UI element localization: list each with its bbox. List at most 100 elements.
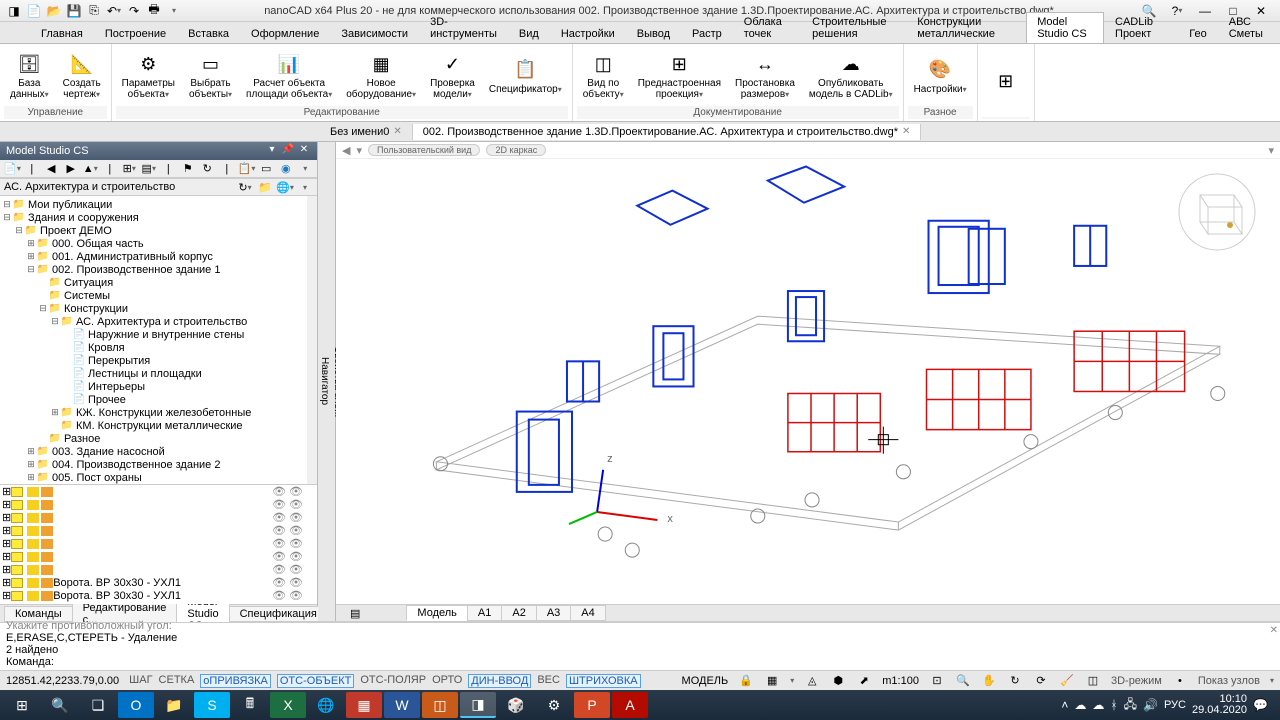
layout-tab[interactable]: А2: [501, 605, 536, 621]
layer-row[interactable]: ⊞👁👁: [0, 511, 317, 524]
ribbon-tab[interactable]: Главная: [30, 24, 94, 43]
tray-up-icon[interactable]: ˄: [1061, 698, 1068, 712]
tree-node[interactable]: ⊟📁АС. Архитектура и строительство: [0, 315, 317, 328]
tb-tree-icon[interactable]: ⊞▾: [122, 161, 138, 177]
minimize-button[interactable]: —: [1194, 2, 1216, 20]
qat-more-icon[interactable]: ▾: [166, 3, 182, 19]
tb-more-icon[interactable]: ▾: [298, 161, 314, 177]
layout-menu-icon[interactable]: ▤: [344, 607, 366, 620]
vp-back-icon[interactable]: ◀: [342, 144, 350, 157]
tree-node[interactable]: 📄Наружние и внутренние стены: [0, 328, 317, 341]
undo-icon[interactable]: ↶▾: [106, 3, 122, 19]
layer-list[interactable]: ⊞👁👁⊞👁👁⊞👁👁⊞👁👁⊞👁👁⊞👁👁⊞👁👁⊞Ворота. ВР 30х30 -…: [0, 484, 317, 604]
tray-bt-icon[interactable]: ᚼ: [1110, 698, 1117, 712]
tray-lang[interactable]: РУС: [1164, 699, 1186, 711]
explorer-icon[interactable]: 📁: [156, 692, 192, 718]
tree-node[interactable]: 📄Лестницы и площадки: [0, 367, 317, 380]
status-toggle[interactable]: ОТС-ОБЪЕКТ: [277, 674, 354, 688]
tree-node[interactable]: 📁Системы: [0, 289, 317, 302]
ribbon-button[interactable]: ✓Проверкамодели▾: [424, 50, 481, 102]
tree-node[interactable]: ⊟📁Здания и сооружения: [0, 211, 317, 224]
tray-onedrive-icon[interactable]: ☁: [1092, 698, 1104, 712]
tri-icon[interactable]: ◬: [804, 674, 820, 688]
tab-close-icon[interactable]: ✕: [393, 126, 401, 137]
tree-node[interactable]: ⊞📁005. Пост охраны: [0, 471, 317, 484]
clean-icon[interactable]: 🧹: [1059, 674, 1075, 688]
ribbon-tab[interactable]: Построение: [94, 24, 177, 43]
tree-node[interactable]: 📄Кровля: [0, 341, 317, 354]
tray-vol-icon[interactable]: 🔊: [1143, 698, 1158, 712]
redo-icon[interactable]: ↷: [126, 3, 142, 19]
tb-next-icon[interactable]: ▶: [63, 161, 79, 177]
tb-flag-icon[interactable]: ⚑: [180, 161, 196, 177]
document-tab[interactable]: 002. Производственное здание 1.3D.Проект…: [413, 124, 922, 140]
tb2-globe-icon[interactable]: 🌐▾: [277, 179, 293, 195]
view-cube[interactable]: [1172, 167, 1262, 257]
panel-close-icon[interactable]: ✕: [297, 144, 311, 158]
status-toggle[interactable]: оПРИВЯЗКА: [200, 674, 271, 688]
ribbon-tab[interactable]: Вставка: [177, 24, 240, 43]
mode-3d[interactable]: 3D-режим: [1111, 675, 1162, 687]
ribbon-tab[interactable]: Model Studio CS: [1026, 12, 1104, 43]
excel-icon[interactable]: X: [270, 692, 306, 718]
tb-prev-icon[interactable]: ◀: [44, 161, 60, 177]
outlook-icon[interactable]: O: [118, 692, 154, 718]
status-dd[interactable]: ▾: [790, 676, 794, 685]
nanocad-icon[interactable]: ◨: [460, 692, 496, 718]
tree-node[interactable]: ⊞📁000. Общая часть: [0, 237, 317, 250]
tb2-folder-icon[interactable]: 📁: [257, 179, 273, 195]
layout-tab[interactable]: Модель: [406, 605, 467, 621]
tree-node[interactable]: ⊞📁001. Административный корпус: [0, 250, 317, 263]
vp-style-chip[interactable]: 2D каркас: [486, 144, 546, 156]
show-nodes[interactable]: Показ узлов: [1198, 675, 1260, 687]
tree-node[interactable]: ⊟📁002. Производственное здание 1: [0, 263, 317, 276]
tree-node[interactable]: ⊟📁Конструкции: [0, 302, 317, 315]
print-icon[interactable]: 🖶: [146, 3, 162, 19]
tb-up-icon[interactable]: ▲▾: [83, 161, 99, 177]
scrollbar[interactable]: [307, 196, 317, 484]
cmd-prompt[interactable]: Команда:: [6, 656, 1274, 668]
app-menu-icon[interactable]: ◨: [6, 3, 22, 19]
tb-check-icon[interactable]: ◉: [278, 161, 294, 177]
status-toggle[interactable]: ШТРИХОВКА: [566, 674, 641, 688]
ribbon-tab[interactable]: Зависимости: [330, 24, 419, 43]
pan-icon[interactable]: ✋: [981, 674, 997, 688]
tray-net-icon[interactable]: 🖧: [1124, 695, 1137, 716]
ribbon-tab[interactable]: Вид: [508, 24, 550, 43]
layer-row[interactable]: ⊞👁👁: [0, 524, 317, 537]
vp-menu-icon[interactable]: ▾: [356, 144, 362, 157]
start-button[interactable]: ⊞: [4, 692, 40, 718]
ribbon-tab[interactable]: Настройки: [550, 24, 626, 43]
tray-notif-icon[interactable]: 💬: [1253, 698, 1268, 712]
app-cube-icon[interactable]: 🎲: [498, 692, 534, 718]
new-icon[interactable]: 📄: [26, 3, 42, 19]
ribbon-tab[interactable]: Растр: [681, 24, 733, 43]
ribbon-button[interactable]: ↔Простановкаразмеров▾: [729, 50, 801, 102]
project-tree[interactable]: ⊟📁Мои публикации⊟📁Здания и сооружения⊟📁П…: [0, 196, 317, 484]
ucs-icon[interactable]: ⬈: [856, 674, 872, 688]
ribbon-button[interactable]: 📋Спецификатор▾: [483, 56, 568, 97]
ribbon-button[interactable]: ▭Выбратьобъекты▾: [183, 50, 238, 102]
panel-menu-icon[interactable]: ▾: [265, 144, 279, 158]
ribbon-button[interactable]: ◫Вид пообъекту▾: [577, 50, 630, 102]
ribbon-tab[interactable]: АВС Сметы: [1218, 12, 1280, 43]
ribbon-button[interactable]: ⚙Параметрыобъекта▾: [116, 50, 181, 102]
ribbon-extra[interactable]: ⊞: [982, 68, 1030, 96]
grid-icon[interactable]: ▦: [764, 674, 780, 688]
layout-tab[interactable]: А3: [536, 605, 571, 621]
layer-row[interactable]: ⊞👁👁: [0, 550, 317, 563]
side-tab[interactable]: Навигатор: [318, 142, 331, 622]
open-icon[interactable]: 📂: [46, 3, 62, 19]
skype-icon[interactable]: S: [194, 692, 230, 718]
ribbon-button[interactable]: 📊Расчет объектаплощади объекта▾: [240, 50, 338, 102]
tree-node[interactable]: 📄Прочее: [0, 393, 317, 406]
chrome-icon[interactable]: 🌐: [308, 692, 344, 718]
regen-icon[interactable]: ⟳: [1033, 674, 1049, 688]
vp-view-chip[interactable]: Пользовательский вид: [368, 144, 480, 156]
iso-icon[interactable]: ⬢: [830, 674, 846, 688]
tb2-more-icon[interactable]: ▾: [297, 179, 313, 195]
node-icon[interactable]: •: [1172, 674, 1188, 688]
tree-node[interactable]: 📁Разное: [0, 432, 317, 445]
layer-row[interactable]: ⊞Ворота. ВР 30х30 - УХЛ1👁👁: [0, 576, 317, 589]
calc-icon[interactable]: 🖩: [232, 692, 268, 718]
